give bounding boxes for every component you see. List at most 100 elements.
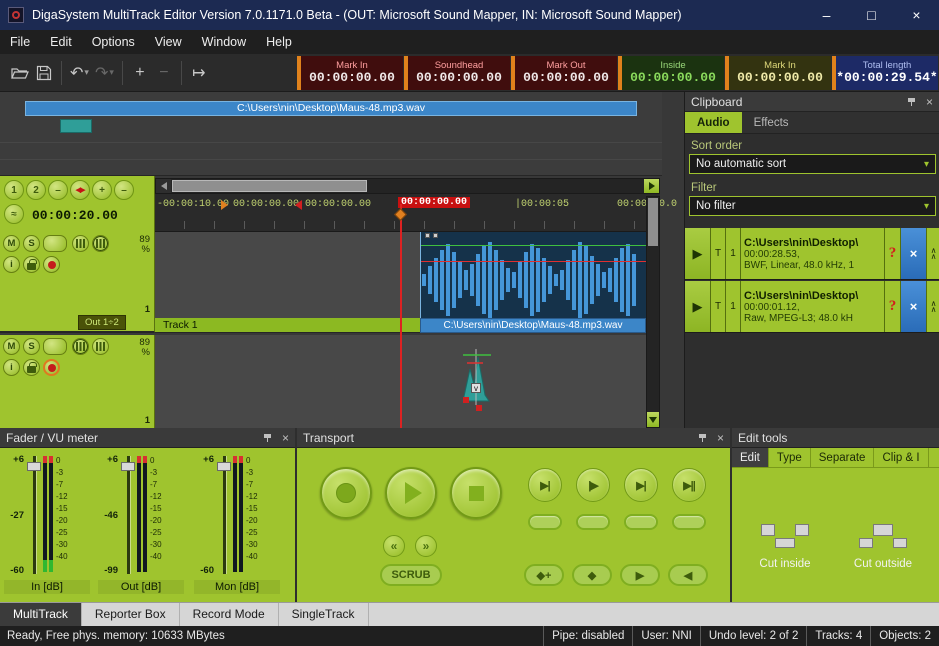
clipboard-item[interactable]: ▶ T 1 C:\Users\nin\Desktop\ 00:00:01.12,…: [685, 281, 939, 333]
item-move-up-button[interactable]: ∧ ∧: [927, 281, 939, 332]
group-1-button[interactable]: 1: [4, 180, 24, 200]
cut-inside-button[interactable]: Cut inside: [746, 524, 824, 570]
slider-thumb[interactable]: [121, 462, 135, 471]
track2-meter-a-button[interactable]: [72, 338, 89, 355]
tab-separate[interactable]: Separate: [811, 448, 875, 467]
mark-in-marker-icon[interactable]: [221, 200, 228, 210]
in-fader-slider[interactable]: [26, 454, 42, 576]
track2-mute-button[interactable]: M: [3, 338, 20, 355]
tab-record-mode[interactable]: Record Mode: [180, 603, 279, 626]
loop-button[interactable]: [672, 514, 706, 530]
track2-info-button[interactable]: i: [3, 359, 20, 376]
next-marker-button[interactable]: ▶: [620, 564, 660, 586]
tab-singletrack[interactable]: SingleTrack: [279, 603, 369, 626]
play-from-out-button[interactable]: ▶||: [672, 468, 706, 502]
play-to-out-button[interactable]: ▶|: [624, 468, 658, 502]
filter-select[interactable]: No filter ▾: [689, 196, 936, 216]
scroll-right-button[interactable]: [644, 179, 659, 193]
menu-file[interactable]: File: [0, 30, 40, 54]
clipboard-item[interactable]: ▶ T 1 C:\Users\nin\Desktop\ 00:00:28.53,…: [685, 228, 939, 280]
mon-fader-slider[interactable]: [216, 454, 232, 576]
tab-edit[interactable]: Edit: [732, 448, 769, 467]
pin-icon[interactable]: [263, 433, 273, 443]
vertical-scroll-thumb[interactable]: [648, 198, 658, 246]
play-to-in-button[interactable]: ▶|: [528, 468, 562, 502]
collapse-button[interactable]: –: [48, 180, 68, 200]
track2-solo-button[interactable]: S: [23, 338, 40, 355]
play-button[interactable]: [385, 467, 437, 519]
track1-solo-button[interactable]: S: [23, 235, 40, 252]
item-info[interactable]: C:\Users\nin\Desktop\ 00:00:28.53, BWF, …: [741, 228, 885, 279]
overview-clip[interactable]: [60, 119, 92, 133]
track2-marker-v[interactable]: v: [471, 383, 481, 393]
minimize-button[interactable]: –: [804, 0, 849, 30]
sort-order-select[interactable]: No automatic sort ▾: [689, 154, 936, 174]
close-panel-icon[interactable]: ×: [926, 95, 933, 109]
mark-in-out-button[interactable]: ◀▶: [70, 180, 90, 200]
edit-point-marker[interactable]: [463, 397, 469, 403]
track1-routing-button[interactable]: Out 1÷2: [78, 315, 126, 330]
menu-view[interactable]: View: [145, 30, 192, 54]
track2-lock-button[interactable]: [23, 359, 40, 376]
track2-record-button[interactable]: [43, 359, 60, 376]
group-2-button[interactable]: 2: [26, 180, 46, 200]
add-marker-button[interactable]: ◆+: [524, 564, 564, 586]
zoom-in-button[interactable]: +: [128, 59, 152, 87]
zoom-out-button[interactable]: −: [152, 59, 176, 87]
track2-meter-b-button[interactable]: [92, 338, 109, 355]
menu-window[interactable]: Window: [192, 30, 256, 54]
menu-edit[interactable]: Edit: [40, 30, 82, 54]
loop-button[interactable]: [624, 514, 658, 530]
timeline-ruler[interactable]: -00:00:10.00 00:00:00.00 00:00:00.00 00:…: [155, 194, 660, 232]
item-delete-button[interactable]: ×: [901, 228, 927, 279]
close-panel-icon[interactable]: ×: [717, 431, 724, 445]
out-fader-slider[interactable]: [120, 454, 136, 576]
shrink-button[interactable]: –: [114, 180, 134, 200]
open-file-button[interactable]: [8, 59, 32, 87]
item-play-button[interactable]: ▶: [685, 281, 711, 332]
clip-handle[interactable]: [425, 233, 430, 238]
track1-meter-b-button[interactable]: [92, 235, 109, 252]
track1-collapse-button[interactable]: [43, 235, 67, 252]
close-panel-icon[interactable]: ×: [282, 431, 289, 445]
horizontal-scroll-thumb[interactable]: [172, 180, 367, 192]
item-delete-button[interactable]: ×: [901, 281, 927, 332]
undo-button[interactable]: ↶▾: [67, 59, 92, 87]
item-play-button[interactable]: ▶: [685, 228, 711, 279]
scroll-left-button[interactable]: [156, 179, 171, 193]
menu-options[interactable]: Options: [82, 30, 145, 54]
record-button[interactable]: [320, 467, 372, 519]
goto-marker-button[interactable]: ↦: [187, 59, 211, 87]
menu-help[interactable]: Help: [256, 30, 302, 54]
item-info[interactable]: C:\Users\nin\Desktop\ 00:00:01.12, Raw, …: [741, 281, 885, 332]
clip-handle[interactable]: [433, 233, 438, 238]
horizontal-scrollbar[interactable]: [155, 178, 660, 194]
close-button[interactable]: ×: [894, 0, 939, 30]
slider-thumb[interactable]: [27, 462, 41, 471]
item-move-up-button[interactable]: ∧ ∧: [927, 228, 939, 279]
tab-audio[interactable]: Audio: [685, 112, 742, 133]
track1-clip[interactable]: [420, 232, 646, 318]
mark-out-marker-icon[interactable]: [295, 200, 302, 210]
volume-envelope-line[interactable]: [421, 245, 647, 246]
stop-button[interactable]: [450, 467, 502, 519]
redo-button[interactable]: ↷▾: [92, 59, 117, 87]
track1-lock-button[interactable]: [23, 256, 40, 273]
track1-mute-button[interactable]: M: [3, 235, 20, 252]
play-from-in-button[interactable]: |▶: [576, 468, 610, 502]
scrub-button[interactable]: SCRUB: [380, 564, 442, 586]
loop-button[interactable]: [528, 514, 562, 530]
track1-meter-a-button[interactable]: [72, 235, 89, 252]
pin-icon[interactable]: [698, 433, 708, 443]
pan-envelope-line[interactable]: [421, 261, 647, 262]
playback-cursor[interactable]: [400, 204, 402, 428]
tab-clip[interactable]: Clip & I: [874, 448, 928, 467]
loop-button[interactable]: [576, 514, 610, 530]
pin-icon[interactable]: [907, 97, 917, 107]
slider-thumb[interactable]: [217, 462, 231, 471]
track1-record-button[interactable]: [43, 256, 60, 273]
tab-effects[interactable]: Effects: [742, 112, 801, 133]
save-button[interactable]: [32, 59, 56, 87]
tab-type[interactable]: Type: [769, 448, 811, 467]
rewind-button[interactable]: «: [383, 535, 405, 557]
